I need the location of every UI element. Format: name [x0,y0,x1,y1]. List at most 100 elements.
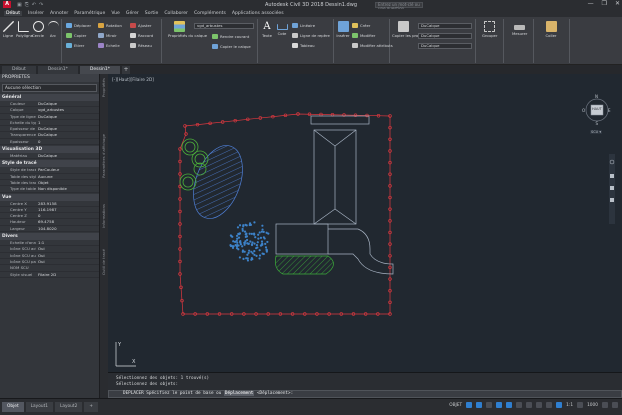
tab-inserer[interactable]: Insérer [28,11,44,16]
property-row[interactable]: Type de table de tr...Non disponible [0,186,99,193]
side-tab-affichage[interactable]: Paramètres d'affichage [101,134,106,178]
drawing-viewport[interactable]: Y X [-][Haut][Filaire 2D] HAUT N S E O S… [108,74,622,372]
property-value[interactable]: Oui [36,253,99,258]
add-layout-plus-icon[interactable]: + [84,402,98,412]
house-roof[interactable] [275,115,394,275]
tab-annoter[interactable]: Annoter [50,11,68,16]
stretch-tool[interactable]: Etirer [66,43,84,48]
navigation-bar[interactable] [608,154,616,224]
ucs-menu[interactable]: SCU ▾ [590,130,603,134]
selection-dropdown[interactable]: Aucune sélection [2,84,97,92]
tab-gerer[interactable]: Gérer [126,11,139,16]
property-row[interactable]: Style visuel Filaire 2D [0,272,99,278]
tab-debut[interactable]: Début [4,10,22,16]
tab-collaborer[interactable]: Collaborer [164,11,188,16]
fillet-tool[interactable]: Raccord [130,33,153,38]
leader-button[interactable]: Ligne de repère [292,33,330,38]
tab-applications[interactable]: Applications associées [232,11,284,16]
property-value[interactable]: DuCalque [36,114,99,119]
property-value[interactable]: 104.8020 [36,226,99,231]
file-tab-dessin1[interactable]: Dessin1* [37,66,78,74]
property-category[interactable]: Divers [0,233,99,241]
property-value[interactable]: Non disponible [36,186,99,191]
match-properties-button[interactable]: Copier les propriétés [392,21,432,38]
copy-layer-button[interactable]: Copier le calque [212,44,251,49]
side-tab-trace[interactable]: Outil de tracé [101,249,106,275]
otrack-toggle-icon[interactable] [516,402,523,408]
table-button[interactable]: Tableau [292,43,315,48]
insert-block-button[interactable]: Insérer [336,21,350,38]
measure-button[interactable]: Mesurer [512,21,527,36]
property-value[interactable]: vgd_arbustes [36,107,99,112]
viewcube-face[interactable]: HAUT [592,107,602,111]
mirror-tool[interactable]: Miroir [98,33,117,38]
compass-south[interactable]: S [596,121,599,126]
linear-dim-button[interactable]: Linéaire [292,23,315,28]
layer-properties-button[interactable]: Propriétés du calque [168,21,207,38]
fullscreen-icon[interactable] [602,402,608,408]
property-value[interactable]: Aucune [36,174,99,179]
minimize-button[interactable]: — [588,0,594,7]
array-tool[interactable]: Réseau [130,43,152,48]
property-value[interactable] [36,265,99,270]
line-tool[interactable]: Ligne [1,21,15,38]
property-category[interactable]: Style de tracé [0,160,99,168]
property-value[interactable]: 1 [36,120,99,125]
tab-vue[interactable]: Vue [111,11,120,16]
transparency-toggle-icon[interactable] [536,402,543,408]
new-tab-plus-icon[interactable]: + [122,66,130,74]
property-value[interactable]: 0 [36,139,99,144]
customize-menu-icon[interactable] [612,402,618,408]
edit-attributes-button[interactable]: Modifier attributs [352,43,393,48]
linetype-dropdown[interactable]: DuCalque [418,43,472,49]
property-value[interactable]: Objet [36,180,99,185]
annotation-scale[interactable]: 1:1 [566,403,573,408]
property-row[interactable]: Epaisseur 0 [0,139,99,146]
search-input[interactable]: Entrez un mot-clé ou une question [375,1,423,10]
layout-tab-layout1[interactable]: Layout1 [25,402,53,412]
copy-tool[interactable]: Copier [66,33,86,38]
create-block-button[interactable]: Créer [352,23,370,28]
hatched-shrub-bed[interactable] [184,139,251,225]
move-tool[interactable]: Déplacer [66,23,91,28]
selection-cycling-icon[interactable] [546,402,553,408]
polar-toggle-icon[interactable] [496,402,503,408]
property-value[interactable]: Oui [36,259,99,264]
hatched-lawn[interactable] [274,255,334,275]
maximize-button[interactable]: ❐ [602,0,607,7]
compass-east[interactable]: E [608,108,611,113]
command-input[interactable]: DEPLACER Spécifiez le point de base ou D… [108,390,622,398]
rotate-tool[interactable]: Rotation [98,23,122,28]
lineweight-toggle-icon[interactable] [526,402,533,408]
color-dropdown[interactable]: DuCalque [418,23,472,29]
workspace-gear-icon[interactable] [577,402,584,408]
command-option-deplacement[interactable]: Déplacement [223,391,255,396]
group-button[interactable]: Grouper [482,21,497,38]
osnap-toggle-icon[interactable] [506,402,513,408]
property-value[interactable]: 283.9158 [36,201,99,206]
compass-west[interactable]: O [582,108,585,113]
site-plan-drawing[interactable]: Y X [108,74,622,372]
model-space-label[interactable]: OBJET [449,403,462,408]
property-category[interactable]: Vue [0,193,99,201]
file-tab-dessin1-active[interactable]: Dessin1* [79,66,120,74]
property-value[interactable]: DuCalque [36,153,99,158]
property-value[interactable]: Filaire 2D [36,272,99,277]
tab-sortie[interactable]: Sortie [145,11,159,16]
property-value[interactable]: 116.1987 [36,207,99,212]
ortho-toggle-icon[interactable] [486,402,493,408]
dotted-flower-bed[interactable] [229,221,270,262]
layout-tab-model[interactable]: Objet [2,402,24,412]
text-button[interactable]: A Texte [260,21,274,38]
property-row[interactable]: Largeur 104.8020 [0,226,99,233]
property-category[interactable]: Général [0,94,99,101]
layout-tab-layout2[interactable]: Layout2 [54,402,83,412]
polyline-tool[interactable]: Polyligne [16,21,33,38]
tab-parametrique[interactable]: Paramétrique [74,11,105,16]
layer-dropdown[interactable]: vgd_arbustes [194,23,254,29]
viewport-controls-label[interactable]: [-][Haut][Filaire 2D] [112,78,154,83]
property-value[interactable]: Oui [36,246,99,251]
grid-toggle-icon[interactable] [466,402,473,408]
circle-tool[interactable]: Cercle [31,21,45,38]
compass-north[interactable]: N [595,94,598,99]
